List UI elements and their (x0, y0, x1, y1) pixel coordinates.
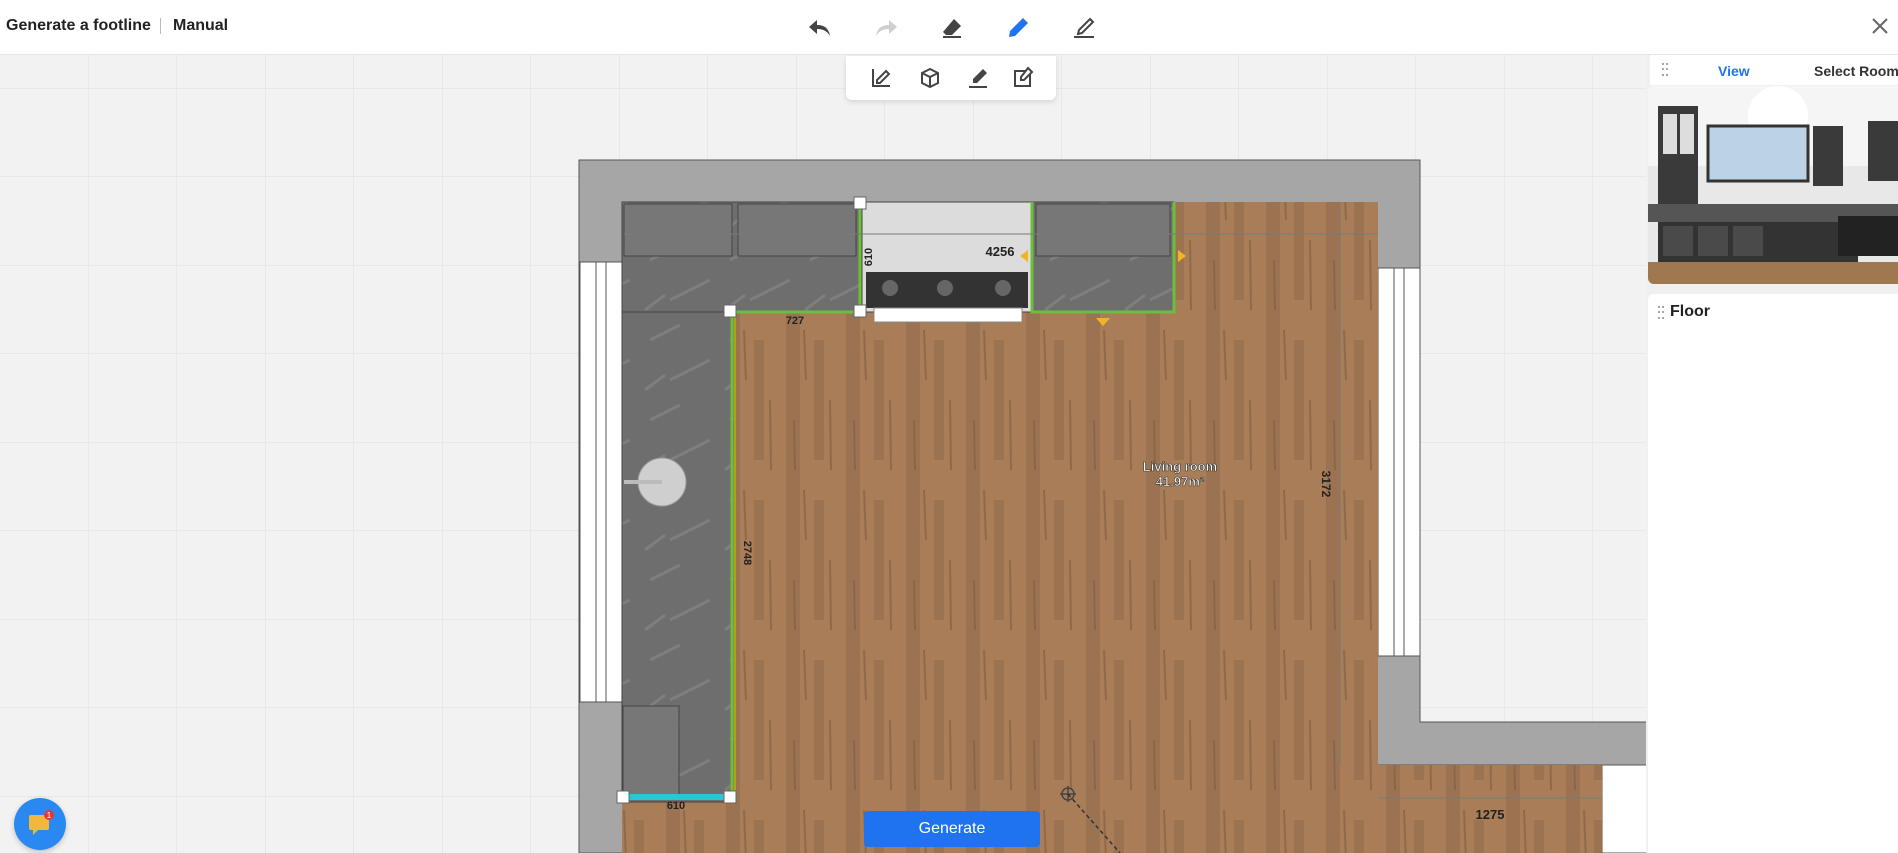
dim-bottom-right: 1275 (1476, 807, 1505, 822)
door-bottom-right (1601, 764, 1650, 853)
chat-icon: 1 (29, 810, 54, 835)
pencil-icon[interactable] (1002, 12, 1034, 44)
page-title: Generate a footline (6, 17, 151, 34)
eraser-icon[interactable] (936, 12, 968, 44)
brush-icon[interactable] (964, 64, 992, 92)
dim-top: 4256 (986, 244, 1015, 259)
chat-button[interactable]: 1 (14, 798, 66, 850)
plan-canvas[interactable]: 4256 610 727 2748 3172 610 1275 Living r… (0, 55, 1650, 853)
3d-preview[interactable] (1648, 86, 1898, 284)
drag-handle-icon[interactable] (1662, 63, 1670, 77)
drag-handle-icon[interactable] (1658, 306, 1666, 320)
handle-node[interactable] (723, 790, 737, 804)
generate-button[interactable]: Generate (864, 811, 1040, 847)
dishwasher (622, 705, 680, 797)
draw-line-icon[interactable] (868, 64, 896, 92)
mode-label[interactable]: Manual (173, 17, 228, 35)
floor-card: Floor (1648, 294, 1898, 853)
sub-toolbar (846, 56, 1056, 100)
chat-badge: 1 (47, 811, 52, 820)
handle-node[interactable] (723, 304, 737, 318)
tab-view[interactable]: View (1718, 63, 1750, 79)
dim-left-depth: 610 (863, 248, 875, 266)
top-bar: Generate a footline Manual (0, 0, 1898, 55)
panel-tabs: View Select Room (1650, 55, 1898, 85)
room-name: Living room (1143, 459, 1217, 474)
dim-left-run: 2748 (741, 541, 753, 565)
floor-title: Floor (1670, 303, 1710, 320)
undo-icon[interactable] (804, 12, 836, 44)
close-icon[interactable] (1866, 12, 1894, 40)
handle-node[interactable] (616, 790, 630, 804)
room-area: 41.97m² (1156, 474, 1205, 489)
title-divider (160, 18, 161, 34)
line-edit-icon[interactable] (1068, 12, 1100, 44)
tab-select-room[interactable]: Select Room (1814, 63, 1898, 79)
edit-box-icon[interactable] (1010, 64, 1038, 92)
floor-plan[interactable]: 4256 610 727 2748 3172 610 1275 Living r… (0, 55, 1650, 853)
dim-bottom-left: 610 (667, 800, 685, 812)
redo-icon[interactable] (870, 12, 902, 44)
dim-counter: 727 (786, 315, 804, 327)
dim-right-side: 3172 (1319, 471, 1333, 498)
cube-icon[interactable] (916, 64, 944, 92)
handle-node[interactable] (853, 304, 867, 318)
handle-node[interactable] (853, 196, 867, 210)
range-handle (873, 307, 1023, 323)
